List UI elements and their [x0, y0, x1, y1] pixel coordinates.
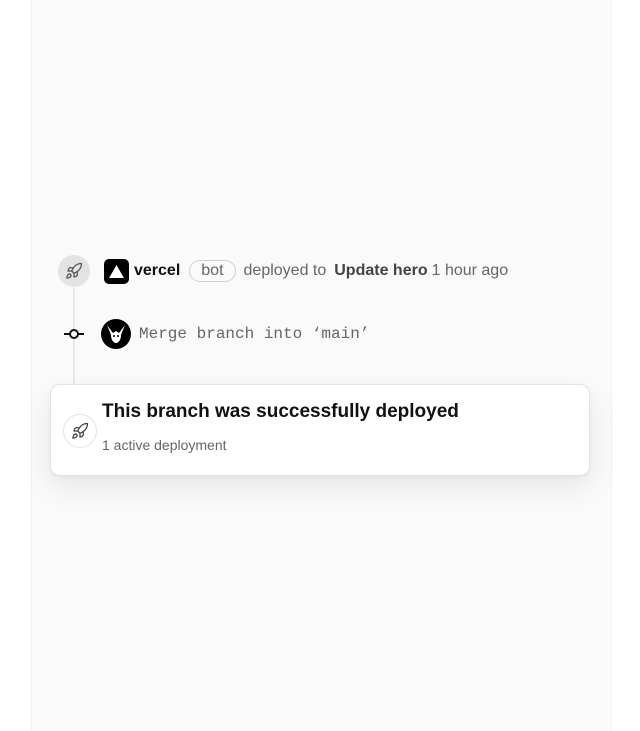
- branch-link[interactable]: Update hero: [334, 262, 427, 280]
- timestamp: 1 hour ago: [431, 262, 509, 279]
- deployment-status-card[interactable]: This branch was successfully deployed 1 …: [50, 384, 590, 476]
- commit-message[interactable]: Merge branch into ‘main’: [139, 323, 369, 345]
- deployment-event-row: vercel bot deployed to Update hero 1 hou…: [104, 257, 508, 285]
- git-commit-icon: [64, 326, 84, 342]
- vercel-triangle-icon[interactable]: [104, 258, 129, 284]
- rocket-icon: [63, 414, 97, 448]
- actor-name[interactable]: vercel: [134, 262, 180, 280]
- card-title: This branch was successfully deployed: [102, 401, 459, 422]
- bot-badge: bot: [189, 260, 236, 282]
- user-avatar[interactable]: [101, 319, 131, 349]
- card-subtitle: 1 active deployment: [102, 437, 227, 453]
- action-text: deployed to: [243, 262, 327, 279]
- activity-panel: [31, 0, 612, 731]
- rocket-icon: [58, 255, 90, 287]
